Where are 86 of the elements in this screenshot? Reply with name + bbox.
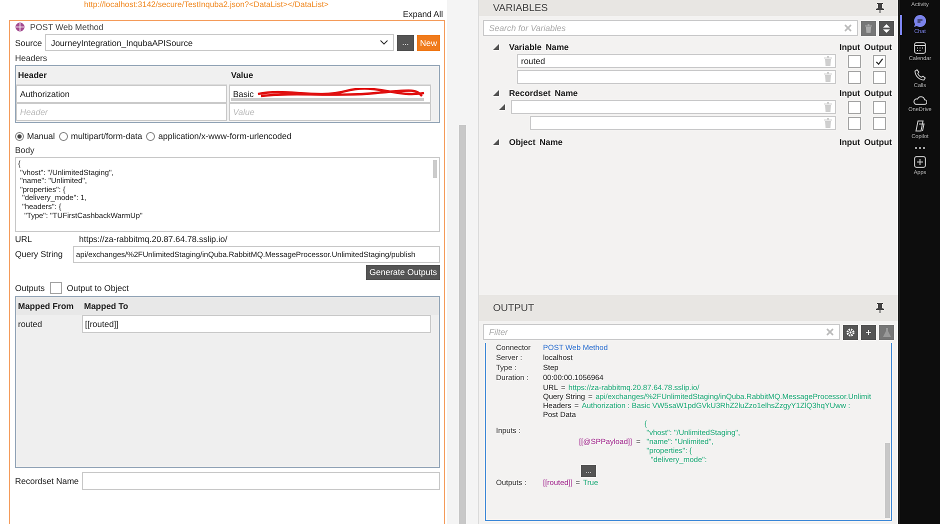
source-dropdown[interactable]: JourneyIntegration_InqubaAPISource: [44, 34, 394, 51]
checkbox[interactable]: [848, 100, 861, 114]
column-label: Output: [864, 137, 892, 147]
column-label: Name: [554, 88, 578, 98]
sort-button[interactable]: [879, 20, 894, 36]
checkbox[interactable]: [873, 54, 886, 68]
column-label: Input: [839, 88, 860, 98]
browse-button[interactable]: ...: [396, 34, 414, 50]
add-button[interactable]: [861, 324, 876, 340]
trash-icon[interactable]: [824, 102, 832, 112]
recordset-name-label: Recordset Name: [15, 476, 79, 486]
checkbox[interactable]: [873, 100, 886, 114]
caret-icon: [380, 40, 388, 45]
generate-outputs-button[interactable]: Generate Outputs: [366, 264, 440, 280]
column-label: Output: [864, 42, 892, 52]
column-label: Name: [539, 137, 563, 147]
body-type-radio[interactable]: Manual: [15, 131, 55, 141]
plus-icon: [866, 330, 871, 334]
settings-button[interactable]: [843, 324, 858, 340]
variable-name-field[interactable]: routed: [517, 54, 836, 68]
trash-icon[interactable]: [824, 56, 832, 66]
checkbox[interactable]: [848, 54, 861, 68]
sort-icon: [883, 24, 890, 32]
variable-name-field[interactable]: [517, 70, 836, 84]
column-header: Mapped From: [17, 300, 75, 313]
mapped-from-cell-text: routed: [17, 318, 44, 331]
column-header: Mapped To: [83, 300, 130, 313]
body-type-radio[interactable]: multipart/form-data: [58, 131, 142, 141]
outputs-label: Outputs: [15, 282, 45, 293]
flask-button[interactable]: [879, 324, 894, 340]
delete-button[interactable]: [861, 20, 876, 36]
recordset-name-field[interactable]: [82, 472, 440, 490]
mapped-to-field[interactable]: [[routed]]: [82, 314, 431, 333]
header-name-field[interactable]: Header: [16, 103, 227, 121]
settings-icon: [846, 328, 855, 336]
collapse-triangle-icon[interactable]: [493, 90, 499, 96]
header-value-field[interactable]: Basic: [229, 85, 431, 103]
section-label: Object: [509, 137, 536, 147]
add-apps-icon: [914, 156, 926, 168]
scrollbar[interactable]: [459, 125, 466, 524]
checkbox[interactable]: [848, 116, 861, 130]
section-label: Recordset: [509, 88, 551, 98]
column-label: Input: [839, 42, 860, 52]
variable-name-field[interactable]: [511, 100, 836, 114]
trash-icon[interactable]: [824, 72, 832, 82]
checkbox[interactable]: [50, 282, 62, 294]
field-name-field[interactable]: [530, 116, 836, 130]
scrollbar[interactable]: [885, 443, 890, 518]
trash-icon: [865, 24, 872, 32]
column-label: Output: [864, 88, 892, 98]
column-label: Name: [546, 42, 569, 52]
column-label: Input: [839, 137, 860, 147]
calendar-icon: [914, 42, 926, 54]
copilot-icon: [914, 120, 926, 132]
chat-icon: [914, 15, 926, 27]
collapse-triangle-icon[interactable]: [493, 44, 499, 50]
query-string-label: Query String: [15, 249, 64, 260]
collapse-triangle-icon[interactable]: [499, 104, 505, 110]
header-name-field[interactable]: Authorization: [16, 85, 227, 103]
phone-icon: [914, 69, 926, 81]
checkbox[interactable]: [848, 70, 861, 84]
pin-icon[interactable]: [876, 3, 884, 13]
header-value-field[interactable]: Value: [229, 103, 431, 121]
checkbox[interactable]: [873, 116, 886, 130]
flask-icon: [882, 328, 890, 336]
trash-icon[interactable]: [824, 118, 832, 128]
headers-label: Headers: [15, 53, 48, 63]
output-to-object-label: Output to Object: [66, 282, 129, 293]
panel-title: OUTPUT: [493, 302, 534, 314]
cloud-icon: [913, 96, 927, 105]
source-label: Source: [15, 38, 42, 48]
expand-all-link[interactable]: Expand All: [402, 9, 443, 19]
activity-title: POST Web Method: [30, 22, 104, 32]
url-text: http://localhost:3142/secure/TestInquba2.json?<DataList></DataList>: [83, 0, 330, 9]
url-value: https://za-rabbitmq.20.87.64.78.sslip.io/: [78, 234, 228, 244]
checkbox[interactable]: [873, 70, 886, 84]
clear-icon[interactable]: [844, 24, 852, 32]
clear-icon[interactable]: [826, 328, 834, 336]
collapse-triangle-icon[interactable]: [493, 139, 499, 145]
body-label: Body: [15, 145, 36, 155]
globe-icon: [15, 22, 25, 32]
section-label: Variable: [509, 42, 542, 52]
pin-icon[interactable]: [876, 303, 884, 313]
panel-title: VARIABLES: [493, 2, 548, 14]
body-type-radio[interactable]: application/x-www-form-urlencoded: [146, 131, 292, 141]
url-label: URL: [15, 234, 34, 244]
